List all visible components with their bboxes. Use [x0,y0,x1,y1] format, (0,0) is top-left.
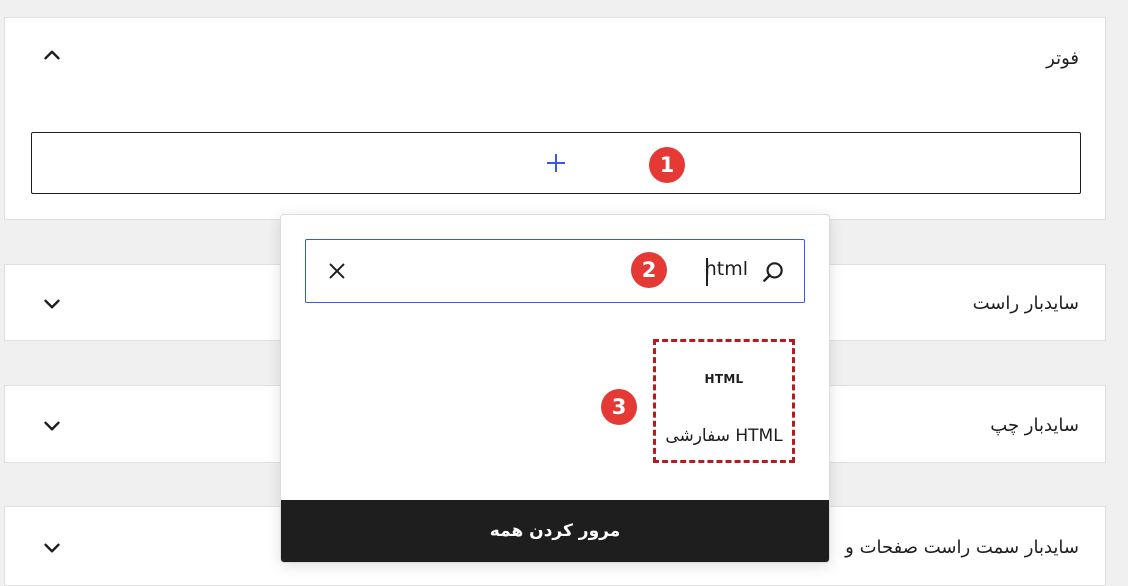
step-badge-2: 2 [631,252,667,288]
block-inserter-popover: html HTML HTML سفارشی مرور کردن همه [280,214,830,563]
browse-all-button[interactable]: مرور کردن همه [281,500,829,562]
add-block-button[interactable] [31,132,1081,194]
search-input-value[interactable]: html [705,258,748,280]
chevron-down-icon[interactable] [39,535,65,561]
block-result-custom-html[interactable]: HTML HTML سفارشی [653,339,795,463]
close-icon[interactable] [326,260,348,282]
html-icon: HTML [704,372,744,386]
step-badge-3: 3 [601,389,637,425]
chevron-up-icon[interactable] [39,42,65,68]
search-icon [760,259,786,285]
panel-footer: فوتر [4,17,1106,220]
panel-right-pages-sidebar-title: سایدبار سمت راست صفحات و [845,537,1079,558]
chevron-down-icon[interactable] [39,413,65,439]
plus-icon [544,151,568,175]
step-badge-1: 1 [649,147,685,183]
block-search-input[interactable]: html [305,239,805,303]
chevron-down-icon[interactable] [39,291,65,317]
panel-footer-title[interactable]: فوتر [1046,48,1079,69]
panel-left-sidebar-title: سایدبار چپ [990,415,1079,436]
block-result-label: HTML سفارشی [665,426,783,446]
panel-right-sidebar-title: سایدبار راست [972,293,1079,314]
